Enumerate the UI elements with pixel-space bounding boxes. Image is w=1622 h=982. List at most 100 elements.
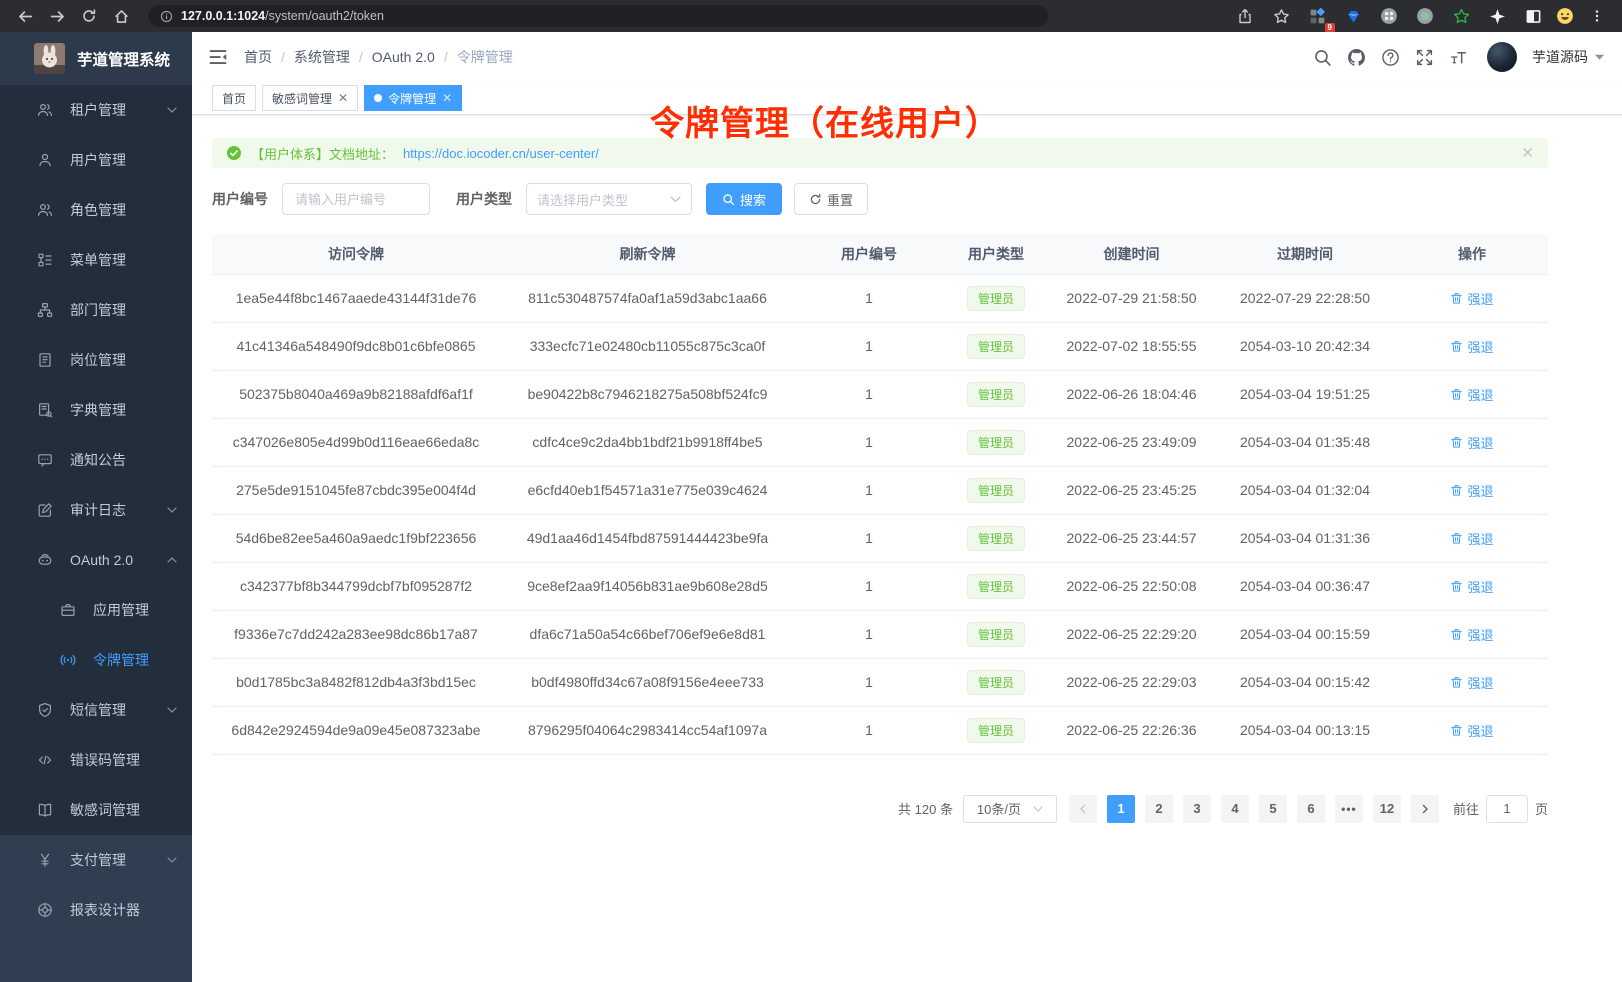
site-info-icon[interactable]: [160, 10, 173, 23]
alert-close-icon[interactable]: ✕: [1521, 146, 1534, 161]
breadcrumb-system[interactable]: 系统管理: [294, 47, 350, 67]
audit-pencil-icon: [37, 502, 53, 518]
page-button-5[interactable]: 5: [1259, 795, 1287, 823]
more-pages-button[interactable]: •••: [1335, 795, 1363, 823]
sidebar-item-notice[interactable]: 通知公告: [0, 435, 192, 485]
goto-suffix: 页: [1535, 799, 1548, 818]
force-logout-button[interactable]: 强退: [1450, 289, 1493, 308]
sidebar-item-dict[interactable]: 字典管理: [0, 385, 192, 435]
sidebar-item-oauth2-token[interactable]: 令牌管理: [0, 635, 192, 685]
help-icon[interactable]: [1381, 48, 1400, 67]
user-id-cell: 1: [795, 562, 943, 610]
force-logout-button[interactable]: 强退: [1450, 433, 1493, 452]
refresh-token-cell: 8796295f04064c2983414cc54af1097a: [500, 706, 795, 754]
sidebar-collapse-icon[interactable]: [208, 47, 228, 67]
browser-toolbar: 127.0.0.1:1024/system/oauth2/token 9: [0, 0, 1622, 32]
sidebar-item-oauth2[interactable]: OAuth 2.0: [0, 535, 192, 585]
extension-gem-icon[interactable]: [1340, 3, 1366, 29]
forward-button[interactable]: [44, 3, 70, 29]
page-button-2[interactable]: 2: [1145, 795, 1173, 823]
sidebar-item-post[interactable]: 岗位管理: [0, 335, 192, 385]
url-bar[interactable]: 127.0.0.1:1024/system/oauth2/token: [148, 5, 1048, 27]
refresh-token-cell: cdfc4ce9c2da4bb1bdf21b9918ff4be5: [500, 418, 795, 466]
sidebar-item-role[interactable]: 角色管理: [0, 185, 192, 235]
tab-令牌管理[interactable]: 令牌管理✕: [364, 85, 462, 111]
home-button[interactable]: [108, 3, 134, 29]
force-logout-button[interactable]: 强退: [1450, 577, 1493, 596]
extension-pinwheel-icon[interactable]: [1484, 3, 1510, 29]
back-button[interactable]: [12, 3, 38, 29]
chevron-down-icon: [670, 196, 681, 203]
breadcrumb-home[interactable]: 首页: [244, 47, 272, 67]
extension-sidepanel-icon[interactable]: [1520, 3, 1546, 29]
force-logout-button[interactable]: 强退: [1450, 385, 1493, 404]
share-button[interactable]: [1232, 3, 1258, 29]
tab-敏感词管理[interactable]: 敏感词管理✕: [262, 85, 358, 111]
user-id-cell: 1: [795, 418, 943, 466]
close-icon[interactable]: ✕: [338, 92, 348, 104]
briefcase-icon: [60, 602, 76, 618]
alert-text: 【用户体系】文档地址：: [251, 144, 394, 163]
create-time-cell: 2022-06-25 22:50:08: [1049, 562, 1214, 610]
user-type-select[interactable]: 请选择用户类型: [526, 183, 692, 215]
page-button-12[interactable]: 12: [1373, 795, 1401, 823]
sidebar-item-error-code[interactable]: 错误码管理: [0, 735, 192, 785]
tab-首页[interactable]: 首页: [212, 85, 256, 111]
fullscreen-icon[interactable]: [1415, 48, 1434, 67]
emoji-extension-icon[interactable]: [1556, 7, 1574, 25]
chevron-down-icon: [167, 507, 177, 513]
prev-page-button[interactable]: [1069, 795, 1097, 823]
sidebar-header: 芋道管理系统: [0, 32, 192, 85]
page-size-select[interactable]: 10条/页: [963, 795, 1057, 823]
sidebar-item-user[interactable]: 用户管理: [0, 135, 192, 185]
close-icon[interactable]: ✕: [442, 92, 452, 104]
sidebar-item-sms[interactable]: 短信管理: [0, 685, 192, 735]
bookmark-star-button[interactable]: [1268, 3, 1294, 29]
sidebar-item-dept[interactable]: 部门管理: [0, 285, 192, 335]
role-users-icon: [37, 202, 53, 218]
refresh-token-cell: 9ce8ef2aa9f14056b831ae9b608e28d5: [500, 562, 795, 610]
sidebar-item-oauth2-app[interactable]: 应用管理: [0, 585, 192, 635]
extension-star-icon[interactable]: [1448, 3, 1474, 29]
sidebar-item-sensitive-word[interactable]: 敏感词管理: [0, 785, 192, 835]
page-button-1[interactable]: 1: [1107, 795, 1135, 823]
page-button-6[interactable]: 6: [1297, 795, 1325, 823]
force-logout-button[interactable]: 强退: [1450, 625, 1493, 644]
create-time-cell: 2022-06-25 22:26:36: [1049, 706, 1214, 754]
search-button[interactable]: 搜索: [706, 183, 782, 215]
token-table: 访问令牌刷新令牌用户编号用户类型创建时间过期时间操作 1ea5e44f8bc14…: [212, 234, 1548, 755]
extension-record-icon[interactable]: [1412, 3, 1438, 29]
page-button-3[interactable]: 3: [1183, 795, 1211, 823]
page-button-4[interactable]: 4: [1221, 795, 1249, 823]
extension-command-icon[interactable]: [1376, 3, 1402, 29]
browser-menu-button[interactable]: [1584, 3, 1610, 29]
goto-page-input[interactable]: [1486, 795, 1528, 823]
sidebar-item-report-designer[interactable]: 报表设计器: [0, 885, 192, 935]
sidebar-menu: 租户管理用户管理角色管理菜单管理部门管理岗位管理字典管理通知公告审计日志OAut…: [0, 85, 192, 835]
sidebar-item-menu[interactable]: 菜单管理: [0, 235, 192, 285]
github-icon[interactable]: [1347, 48, 1366, 67]
sidebar-item-tenant[interactable]: 租户管理: [0, 85, 192, 135]
sidebar-item-pay[interactable]: 支付管理: [0, 835, 192, 885]
user-avatar[interactable]: [1487, 42, 1517, 72]
user-id-input[interactable]: [282, 183, 430, 215]
breadcrumb-oauth[interactable]: OAuth 2.0: [372, 49, 435, 65]
force-logout-button[interactable]: 强退: [1450, 673, 1493, 692]
column-header: 操作: [1396, 234, 1548, 274]
search-icon[interactable]: [1313, 48, 1332, 67]
force-logout-button[interactable]: 强退: [1450, 337, 1493, 356]
total-count: 共 120 条: [898, 799, 953, 818]
doc-link[interactable]: https://doc.iocoder.cn/user-center/: [403, 146, 599, 161]
breadcrumb-current: 令牌管理: [457, 47, 513, 67]
force-logout-button[interactable]: 强退: [1450, 481, 1493, 500]
reload-button[interactable]: [76, 3, 102, 29]
reset-button[interactable]: 重置: [794, 183, 868, 215]
force-logout-button[interactable]: 强退: [1450, 721, 1493, 740]
chevron-up-icon: [167, 557, 177, 563]
sidebar-item-audit-log[interactable]: 审计日志: [0, 485, 192, 535]
extension-grid-icon[interactable]: 9: [1304, 3, 1330, 29]
force-logout-button[interactable]: 强退: [1450, 529, 1493, 548]
font-size-icon[interactable]: [1449, 48, 1468, 67]
next-page-button[interactable]: [1411, 795, 1439, 823]
user-menu[interactable]: 芋道源码: [1532, 47, 1604, 67]
